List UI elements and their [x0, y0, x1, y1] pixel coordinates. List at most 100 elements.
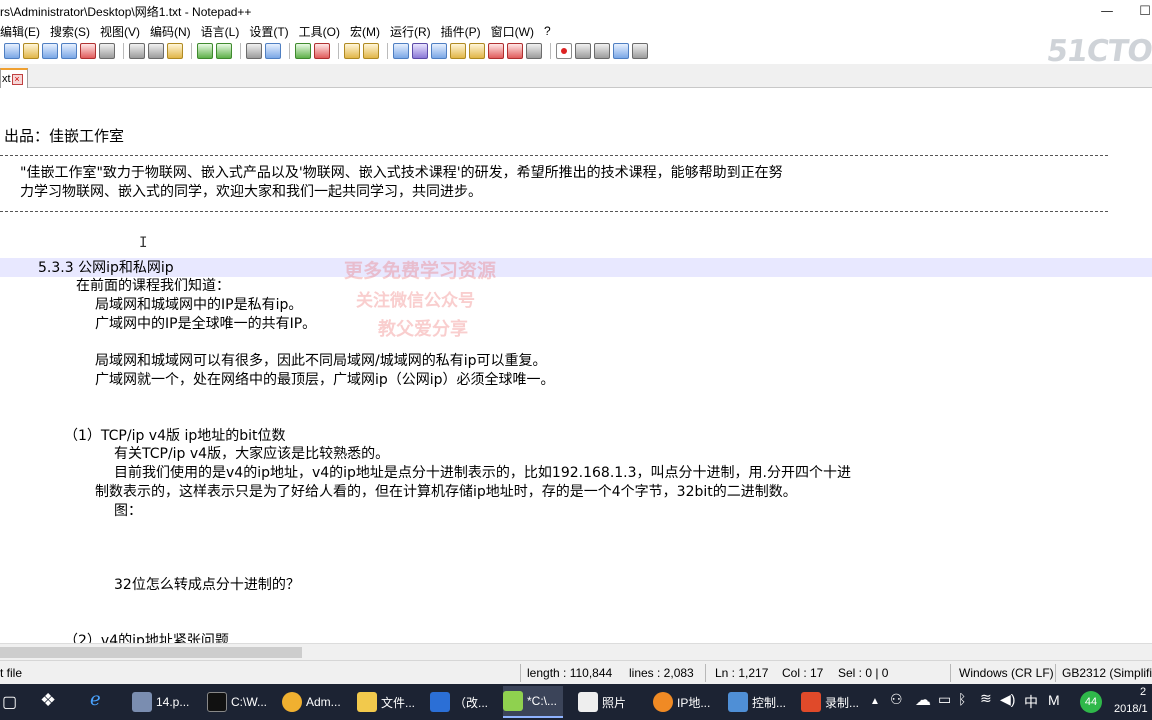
ime-mode-indicator[interactable]: M	[1048, 692, 1060, 708]
task-view-icon[interactable]: ❖	[40, 690, 56, 711]
notification-badge[interactable]: 44	[1080, 691, 1102, 713]
sync-horizontal-icon[interactable]	[363, 43, 379, 59]
play-macro-icon[interactable]	[594, 43, 610, 59]
horizontal-scrollbar[interactable]	[0, 643, 1152, 660]
tray-volume-icon[interactable]: ◀)	[1000, 691, 1015, 708]
menu-encoding[interactable]: 编码(N)	[145, 23, 196, 40]
menu-view[interactable]: 视图(V)	[95, 23, 145, 40]
menu-window[interactable]: 窗口(W)	[486, 23, 539, 40]
scrollbar-thumb[interactable]	[0, 647, 302, 658]
taskbar-item-files[interactable]: 文件...	[357, 686, 415, 718]
text-line: 有关TCP/ip v4版，大家应该是比较熟悉的。	[114, 446, 390, 462]
menu-help[interactable]: ?	[539, 24, 556, 38]
menu-language[interactable]: 语言(L)	[196, 23, 245, 40]
save-icon[interactable]	[42, 43, 58, 59]
menu-macro[interactable]: 宏(M)	[345, 23, 385, 40]
text-line: 32位怎么转成点分十进制的？	[114, 577, 300, 593]
record-macro-icon[interactable]	[556, 43, 572, 59]
maximize-button[interactable]: ☐	[1130, 0, 1152, 22]
taskbar-label: C:\W...	[231, 695, 267, 709]
save-all-icon[interactable]	[61, 43, 77, 59]
toolbar-divider	[338, 43, 339, 59]
browser-e-icon[interactable]: ℯ	[90, 689, 101, 710]
show-all-chars-icon[interactable]	[412, 43, 428, 59]
print-icon[interactable]	[99, 43, 115, 59]
close-file-icon[interactable]	[80, 43, 96, 59]
sync-vertical-icon[interactable]	[344, 43, 360, 59]
save-macro-icon[interactable]	[632, 43, 648, 59]
watermark-text: 教父爱分享	[378, 319, 468, 340]
copy-icon[interactable]	[148, 43, 164, 59]
taskbar-item-control[interactable]: 控制...	[728, 686, 786, 718]
new-file-icon[interactable]	[4, 43, 20, 59]
status-file-type: t file	[0, 666, 23, 680]
tray-wifi-icon[interactable]: ≋	[980, 690, 992, 707]
taskbar-item-ip[interactable]: IP地...	[653, 686, 710, 718]
word-wrap-icon[interactable]	[393, 43, 409, 59]
word-icon	[430, 692, 450, 712]
close-icon[interactable]: ×	[11, 73, 23, 85]
taskbar-item-photos[interactable]: 照片	[578, 686, 626, 718]
undo-icon[interactable]	[197, 43, 213, 59]
app-icon	[132, 692, 152, 712]
menu-edit[interactable]: 编辑(E)	[0, 23, 45, 40]
menu-tools[interactable]: 工具(O)	[294, 23, 345, 40]
watermark-text: 更多免费学习资源	[344, 260, 497, 282]
ime-indicator[interactable]: 中	[1024, 692, 1038, 712]
text-line: 广域网中的IP是全球唯一的共有IP。	[95, 316, 317, 332]
tab-file[interactable]: xt ×	[0, 68, 28, 88]
run-macro-multiple-icon[interactable]	[613, 43, 629, 59]
tray-people-icon[interactable]: ⚇	[890, 691, 903, 708]
open-file-icon[interactable]	[23, 43, 39, 59]
zoom-in-icon[interactable]	[295, 43, 311, 59]
taskbar-item-notepad[interactable]: *C:\...	[503, 686, 564, 718]
taskbar-item-recorder[interactable]: 录制...	[801, 686, 859, 718]
status-column: Col : 17	[782, 666, 824, 680]
taskbar: ▢ ❖ ℯ 14.p... C:\W... Adm... 文件... （改...…	[0, 684, 1152, 720]
folder-workspace-icon[interactable]	[507, 43, 523, 59]
document-map-icon[interactable]	[469, 43, 485, 59]
window-title: rs\Administrator\Desktop\网络1.txt - Notep…	[0, 5, 252, 19]
text-line: （1）TCP/ip v4版 ip地址的bit位数	[64, 428, 286, 444]
tray-chevron-icon[interactable]: ▲	[870, 696, 880, 707]
cut-icon[interactable]	[129, 43, 145, 59]
menu-settings[interactable]: 设置(T)	[244, 23, 293, 40]
tray-cloud-icon[interactable]: ☁	[915, 690, 931, 710]
toolbar-divider	[387, 43, 388, 59]
taskbar-item-word[interactable]: （改...	[430, 686, 488, 718]
status-selection: Sel : 0 | 0	[838, 666, 889, 680]
language-icon[interactable]	[450, 43, 466, 59]
taskbar-item-14p[interactable]: 14.p...	[132, 686, 189, 718]
clock-date[interactable]: 2018/1	[1114, 703, 1148, 715]
start-icon[interactable]: ▢	[2, 692, 17, 712]
replace-icon[interactable]	[265, 43, 281, 59]
status-length: length : 110,844	[527, 666, 613, 680]
minimize-button[interactable]: —	[1092, 0, 1122, 22]
status-divider	[520, 664, 521, 682]
redo-icon[interactable]	[216, 43, 232, 59]
function-list-icon[interactable]	[488, 43, 504, 59]
menu-run[interactable]: 运行(R)	[385, 23, 436, 40]
tray-bluetooth-icon[interactable]: ᛒ	[958, 691, 966, 707]
taskbar-label: *C:\...	[527, 694, 558, 708]
taskbar-item-cmd[interactable]: C:\W...	[207, 686, 267, 718]
paste-icon[interactable]	[167, 43, 183, 59]
status-divider	[950, 664, 951, 682]
separator-line	[0, 211, 1108, 212]
editor-area[interactable]: 出品：佳嵌工作室 "佳嵌工作室"致力于物联网、嵌入式产品以及'物联网、嵌入式技术…	[0, 88, 1152, 643]
tab-label: xt	[2, 73, 11, 85]
text-line: 制数表示的，这样表示只是为了好给人看的，但在计算机存储ip地址时，存的是一个4个…	[95, 484, 797, 500]
stop-macro-icon[interactable]	[575, 43, 591, 59]
clock-time[interactable]: 2	[1140, 686, 1146, 698]
menu-search[interactable]: 搜索(S)	[45, 23, 95, 40]
indent-guide-icon[interactable]	[431, 43, 447, 59]
taskbar-item-admin[interactable]: Adm...	[282, 686, 341, 718]
tray-battery-icon[interactable]: ▭	[938, 691, 951, 708]
find-icon[interactable]	[246, 43, 262, 59]
zoom-out-icon[interactable]	[314, 43, 330, 59]
menu-bar: 编辑(E) 搜索(S) 视图(V) 编码(N) 语言(L) 设置(T) 工具(O…	[0, 22, 1152, 40]
text-line: 广域网就一个，处在网络中的最顶层，广域网ip（公网ip）必须全球唯一。	[95, 372, 555, 388]
taskbar-label: 照片	[602, 695, 627, 710]
monitor-icon[interactable]	[526, 43, 542, 59]
menu-plugins[interactable]: 插件(P)	[436, 23, 486, 40]
